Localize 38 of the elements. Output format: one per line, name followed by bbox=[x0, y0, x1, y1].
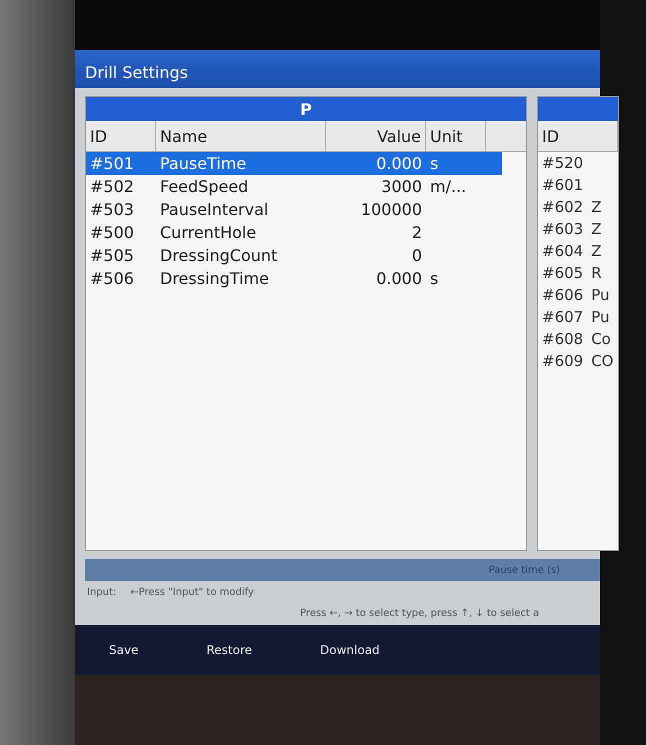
column-header: ID bbox=[86, 121, 156, 151]
table-cell: #608 bbox=[542, 330, 584, 348]
table-row[interactable]: #500 CurrentHole 2 bbox=[86, 221, 502, 244]
window-title: Drill Settings bbox=[75, 50, 600, 88]
table-cell: #607 bbox=[542, 308, 584, 326]
function-button[interactable]: Download bbox=[316, 639, 384, 661]
table-cell: #520 bbox=[542, 154, 584, 172]
table-cell: #609 bbox=[542, 352, 584, 370]
table-cell: R bbox=[591, 264, 602, 282]
table-row[interactable]: #502 FeedSpeed 3000 m/... bbox=[86, 175, 502, 198]
table-row[interactable]: #501 PauseTime 0.000 s bbox=[86, 152, 502, 175]
function-button[interactable]: Save bbox=[105, 639, 142, 661]
table-cell: Z bbox=[591, 198, 602, 216]
table-row[interactable]: #505 DressingCount 0 bbox=[86, 244, 502, 267]
input-hint: ←Press "Input" to modify bbox=[130, 587, 254, 598]
panel-title: P bbox=[86, 97, 526, 121]
table-cell: Pu bbox=[591, 308, 610, 326]
column-header: Name bbox=[156, 121, 326, 151]
table-cell: Z bbox=[591, 242, 602, 260]
function-button[interactable]: Restore bbox=[202, 639, 256, 661]
column-header: Value bbox=[326, 121, 426, 151]
table-cell: CO bbox=[591, 352, 614, 370]
table-row[interactable]: #503 PauseInterval 100000 bbox=[86, 198, 502, 221]
table-cell: #602 bbox=[542, 198, 584, 216]
input-label: Input: bbox=[87, 587, 116, 598]
table-cell: Co bbox=[591, 330, 611, 348]
table-cell: Pu bbox=[591, 286, 610, 304]
column-header: Unit bbox=[426, 121, 486, 151]
table-row[interactable]: #506 DressingTime 0.000 s bbox=[86, 267, 502, 290]
table-cell: #603 bbox=[542, 220, 584, 238]
table-cell: #604 bbox=[542, 242, 584, 260]
column-header: ID bbox=[538, 121, 618, 151]
table-cell: #605 bbox=[542, 264, 584, 282]
table-cell: Z bbox=[591, 220, 602, 238]
status-text: Pause time (s) bbox=[488, 564, 560, 576]
table-cell: #606 bbox=[542, 286, 584, 304]
table-cell: #601 bbox=[542, 176, 584, 194]
help-text: Press ←, → to select type, press ↑, ↓ to select a bbox=[300, 608, 540, 619]
